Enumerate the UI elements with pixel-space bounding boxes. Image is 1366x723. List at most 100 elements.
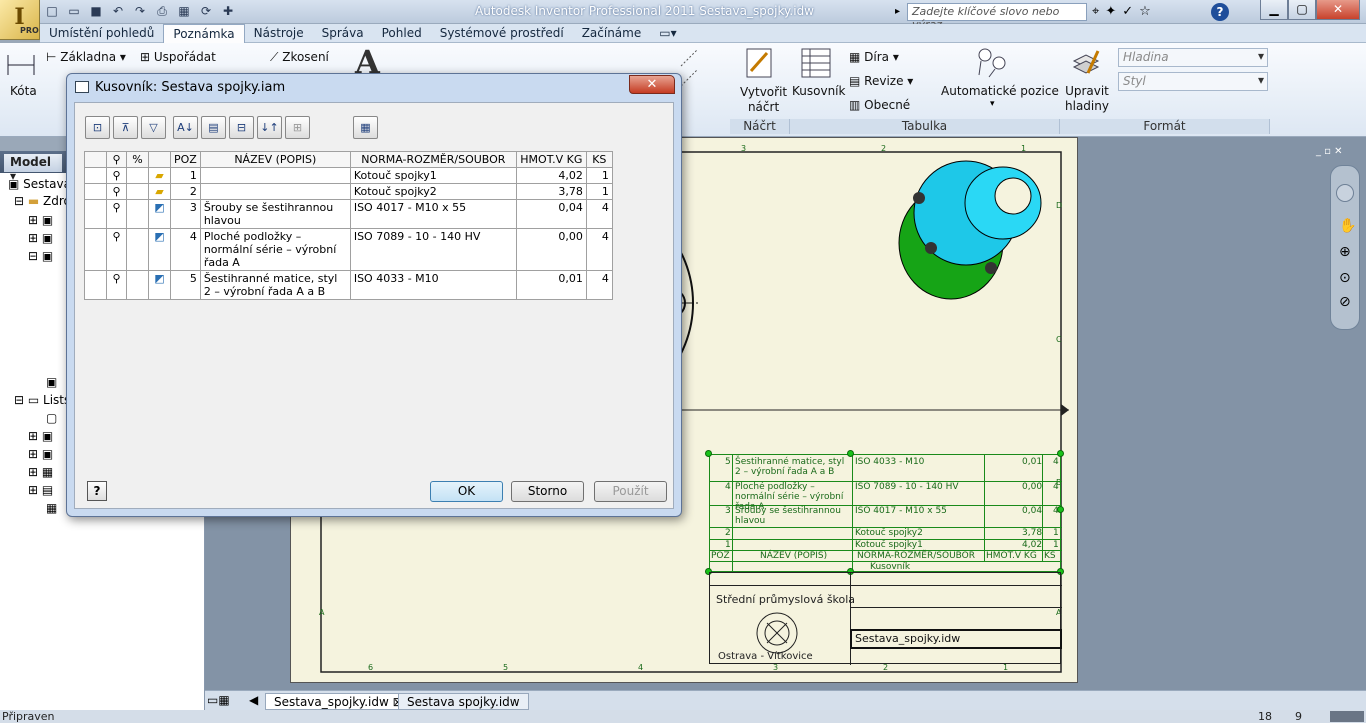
cell-norma[interactable]: ISO 7089 - 10 - 140 HV <box>349 228 517 271</box>
steering-wheel-icon[interactable] <box>1336 184 1354 202</box>
member-scope-icon[interactable]: ⊡ <box>85 116 110 139</box>
revize-button[interactable]: ▤ Revize ▾ <box>849 74 913 88</box>
search-arrow-icon[interactable]: ▸ <box>895 6 900 17</box>
cell-norma[interactable]: ISO 4033 - M10 <box>349 270 517 300</box>
maximize-button[interactable]: ▢ <box>1288 0 1316 20</box>
table-wrap-icon[interactable]: ⊞ <box>285 116 310 139</box>
orbit-icon[interactable]: ⊘ <box>1339 294 1351 310</box>
usporadat-button[interactable]: ⊞ Uspořádat <box>140 50 216 64</box>
tree-item-view[interactable]: ⊟ ▣ <box>28 248 53 264</box>
cancel-button[interactable]: Storno <box>511 481 584 502</box>
cell-norma[interactable]: Kotouč spojky1 <box>349 167 517 184</box>
tab-umisteni-pohledu[interactable]: Umístění pohledů <box>40 24 163 43</box>
tab-systemove-prostredi[interactable]: Systémové prostředí <box>431 24 573 43</box>
tree-item-sestava[interactable]: ▣ Sestava <box>8 176 71 192</box>
col-header-norma[interactable]: NORMA-ROZMĚR/SOUBOR <box>349 151 517 168</box>
tab-zaciname[interactable]: Začínáme <box>573 24 651 43</box>
row-selector[interactable] <box>84 270 107 300</box>
sort-icon[interactable]: A↓ <box>173 116 198 139</box>
cell-poz[interactable]: 1 <box>170 167 201 184</box>
drawing-parts-list[interactable]: 5 Šestihranné matice, styl 2 – výrobní ř… <box>709 454 1062 573</box>
row-selector[interactable] <box>84 228 107 271</box>
cell-poz[interactable]: 4 <box>170 228 201 271</box>
communication-icon[interactable]: ✦ <box>1105 4 1116 19</box>
row-selector[interactable] <box>84 183 107 200</box>
grip-handle[interactable] <box>1057 450 1064 457</box>
zkoseni-button[interactable]: ⟋ Zkosení <box>270 50 329 65</box>
cell-hmot[interactable]: 0,00 <box>515 228 587 271</box>
column-chooser-icon[interactable]: ⊟ <box>229 116 254 139</box>
select-icon[interactable]: ▦ <box>176 3 192 19</box>
apply-button[interactable]: Použít <box>594 481 667 502</box>
layer-select[interactable]: Hladina <box>1118 48 1268 67</box>
col-header-override-icon[interactable]: % <box>126 151 149 168</box>
cell-ks[interactable]: 4 <box>585 270 613 300</box>
table-row[interactable]: ⚲ ◩ 5 Šestihranné matice, styl 2 – výrob… <box>84 270 613 300</box>
row-selector[interactable] <box>84 167 107 184</box>
cell-nazev[interactable]: Šestihranné matice, styl 2 – výrobní řad… <box>199 270 351 300</box>
col-header-type[interactable] <box>148 151 171 168</box>
cell-hmot[interactable]: 3,78 <box>515 183 587 200</box>
col-header-ks[interactable]: KS <box>585 151 613 168</box>
group-icon[interactable]: ▤ <box>201 116 226 139</box>
cell-norma[interactable]: Kotouč spojky2 <box>349 183 517 200</box>
tree-item-parts-list[interactable]: ▦ <box>46 500 57 516</box>
tab-pohled[interactable]: Pohled <box>373 24 431 43</box>
grip-handle[interactable] <box>705 450 712 457</box>
automaticke-pozice-button[interactable]: Automatické pozice <box>941 84 1059 98</box>
tree-item-parts-list[interactable]: ⊞ ▦ <box>28 464 53 480</box>
tab-scroll-icon[interactable]: ◀ <box>249 693 258 707</box>
table-row[interactable]: ⚲ ▰ 1 Kotouč spojky1 4,02 1 <box>84 167 613 184</box>
cell-nazev[interactable] <box>199 183 351 200</box>
tab-nastroje[interactable]: Nástroje <box>245 24 313 43</box>
table-row[interactable]: ⚲ ▰ 2 Kotouč spojky2 3,78 1 <box>84 183 613 200</box>
cell-nazev[interactable]: Šrouby se šestihrannou hlavou <box>199 199 351 229</box>
search-input[interactable]: Zadejte klíčové slovo nebo výraz. <box>907 3 1087 31</box>
col-header-item-icon[interactable]: ⚲ <box>106 151 127 168</box>
col-header-hmot[interactable]: HMOT.V KG <box>515 151 587 168</box>
update-icon[interactable]: ⟳ <box>198 3 214 19</box>
cell-hmot[interactable]: 4,02 <box>515 167 587 184</box>
grip-handle[interactable] <box>847 450 854 457</box>
automaticke-pozice-dropdown-icon[interactable]: ▾ <box>990 99 995 109</box>
export-icon[interactable]: ⊼ <box>113 116 138 139</box>
binoculars-icon[interactable]: ⌖ <box>1092 4 1099 19</box>
ok-button[interactable]: OK <box>430 481 503 502</box>
help-icon[interactable]: ? <box>1211 3 1229 21</box>
cell-ks[interactable]: 1 <box>585 167 613 184</box>
col-header-nazev[interactable]: NÁZEV (POPIS) <box>199 151 351 168</box>
tree-item-title-block[interactable]: ⊞ ▤ <box>28 482 53 498</box>
table-row[interactable]: ⚲ ◩ 3 Šrouby se šestihrannou hlavou ISO … <box>84 199 613 229</box>
dira-button[interactable]: ▦ Díra ▾ <box>849 50 899 64</box>
redo-icon[interactable]: ↷ <box>132 3 148 19</box>
cell-poz[interactable]: 2 <box>170 183 201 200</box>
kusovnik-button[interactable]: Kusovník <box>792 84 845 98</box>
viewport-controls[interactable]: _ ▫ ✕ <box>1316 146 1361 158</box>
table-row[interactable]: ⚲ ◩ 4 Ploché podložky – normální série –… <box>84 228 613 271</box>
doc-tab-sestava-spojky-idw-2[interactable]: Sestava spojky.idw <box>398 693 529 710</box>
cell-ks[interactable]: 1 <box>585 183 613 200</box>
cell-ks[interactable]: 4 <box>585 228 613 271</box>
open-icon[interactable]: ▭ <box>66 3 82 19</box>
col-header-poz[interactable]: POZ <box>170 151 201 168</box>
new-icon[interactable]: □ <box>44 3 60 19</box>
cell-poz[interactable]: 5 <box>170 270 201 300</box>
undo-icon[interactable]: ↶ <box>110 3 126 19</box>
obecne-button[interactable]: ▥ Obecné <box>849 98 910 112</box>
vytvorit-nacrt-button[interactable]: Vytvořit náčrt <box>740 85 787 115</box>
help-button[interactable]: ? <box>87 481 107 501</box>
cell-hmot[interactable]: 0,01 <box>515 270 587 300</box>
cell-norma[interactable]: ISO 4017 - M10 x 55 <box>349 199 517 229</box>
model-tab[interactable]: Model ▾ <box>4 154 62 183</box>
cell-nazev[interactable] <box>199 167 351 184</box>
tree-item-view[interactable]: ⊞ ▣ <box>28 230 53 246</box>
cell-poz[interactable]: 3 <box>170 199 201 229</box>
tree-item-view[interactable]: ⊞ ▣ <box>28 446 53 462</box>
filter-icon[interactable]: ▽ <box>141 116 166 139</box>
measure-icon[interactable]: ✚ <box>220 3 236 19</box>
zoom-window-icon[interactable]: ⊙ <box>1339 270 1351 286</box>
tree-item-view[interactable]: ⊞ ▣ <box>28 212 53 228</box>
minimize-button[interactable]: ▁ <box>1260 0 1288 20</box>
cell-nazev[interactable]: Ploché podložky – normální série – výrob… <box>199 228 351 271</box>
tree-item-sheet-format[interactable]: ▣ <box>46 374 57 390</box>
